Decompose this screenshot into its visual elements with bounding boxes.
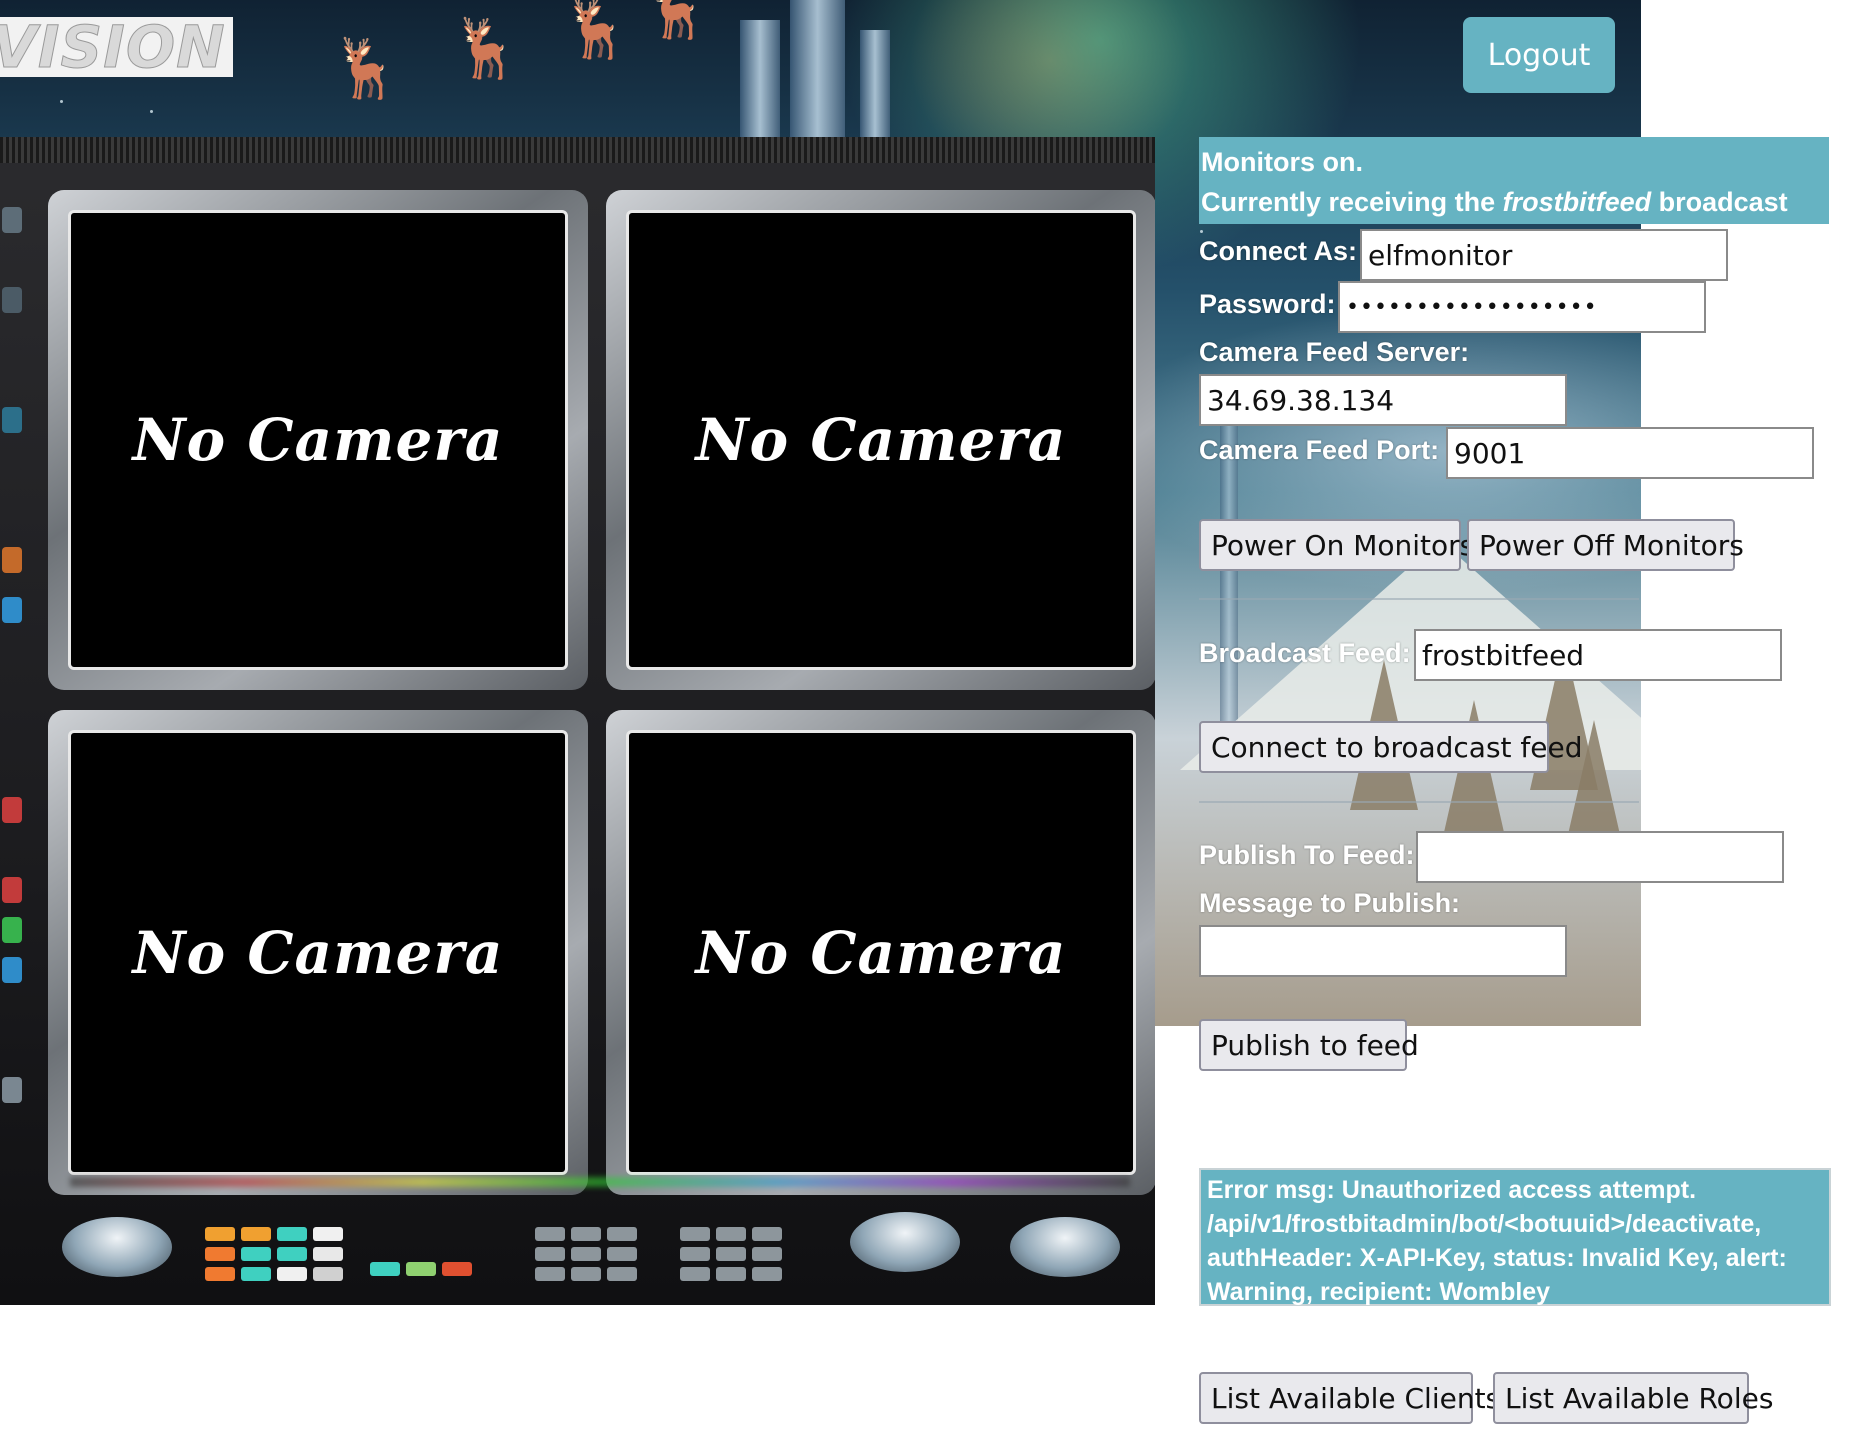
list-available-clients-button[interactable]: List Available Clients [1199, 1372, 1500, 1424]
status-line-1: Monitors on. [1201, 147, 1363, 177]
monitor-status: Monitors on. Currently receiving the fro… [1199, 137, 1829, 224]
console-color-keys [205, 1227, 343, 1281]
message-to-publish-input[interactable] [1199, 925, 1567, 977]
console-small-keys [370, 1262, 472, 1276]
divider [1199, 801, 1639, 803]
reindeer-icon: 🦌 [450, 16, 523, 81]
console-keypad [680, 1227, 782, 1281]
monitor-1: No Camera [48, 190, 588, 690]
logo-text: VISION [0, 17, 226, 77]
publish-to-feed-button[interactable]: Publish to feed [1199, 1019, 1419, 1071]
console-side-controls [0, 197, 26, 1197]
error-message: Error msg: Unauthorized access attempt. … [1199, 1168, 1831, 1306]
password-label: Password: [1199, 289, 1336, 319]
reindeer-icon: 🦌 [640, 0, 713, 41]
broadcast-feed-label: Broadcast Feed: [1199, 638, 1411, 668]
power-on-monitors-button[interactable]: Power On Monitors [1199, 519, 1474, 571]
monitor-4: No Camera [606, 710, 1155, 1195]
no-camera-label: No Camera [132, 406, 504, 474]
publish-to-feed-input[interactable] [1416, 831, 1784, 883]
connect-broadcast-feed-button[interactable]: Connect to broadcast feed [1199, 721, 1583, 773]
status-line-2: Currently receiving the frostbitfeed bro… [1201, 187, 1788, 217]
list-available-roles-button[interactable]: List Available Roles [1493, 1372, 1773, 1424]
console-keypad [535, 1227, 637, 1281]
no-camera-label: No Camera [695, 918, 1067, 987]
monitor-console: No Camera No Camera No Camera No Camera [0, 137, 1155, 1305]
monitor-2: No Camera [606, 190, 1155, 690]
console-vent [0, 137, 1155, 163]
console-knob [62, 1217, 172, 1277]
power-off-monitors-button[interactable]: Power Off Monitors [1467, 519, 1744, 571]
monitor-3: No Camera [48, 710, 588, 1195]
connect-as-input[interactable] [1360, 229, 1728, 281]
broadcast-feed-input[interactable] [1414, 629, 1782, 681]
control-panel: Monitors on. Currently receiving the fro… [1199, 137, 1829, 224]
divider [1199, 598, 1639, 600]
current-feed-name: frostbitfeed [1502, 187, 1652, 217]
camera-feed-server-input[interactable] [1199, 374, 1567, 426]
camera-feed-port-input[interactable] [1446, 427, 1814, 479]
connect-as-label: Connect As: [1199, 236, 1358, 266]
publish-to-feed-label: Publish To Feed: [1199, 840, 1415, 870]
message-to-publish-label: Message to Publish: [1199, 888, 1461, 918]
reindeer-icon: 🦌 [560, 0, 633, 61]
no-camera-label: No Camera [695, 406, 1067, 474]
console-light-strip [70, 1177, 1130, 1187]
logout-button[interactable]: Logout [1463, 17, 1615, 93]
no-camera-label: No Camera [132, 918, 504, 987]
camera-feed-port-label: Camera Feed Port: [1199, 435, 1440, 465]
console-knob [1010, 1217, 1120, 1277]
camera-feed-server-label: Camera Feed Server: [1199, 337, 1470, 367]
vision-logo: VISION [0, 17, 233, 77]
password-input[interactable] [1338, 281, 1706, 333]
reindeer-sleigh-icon: 🦌 [330, 36, 403, 101]
console-knob [850, 1212, 960, 1272]
